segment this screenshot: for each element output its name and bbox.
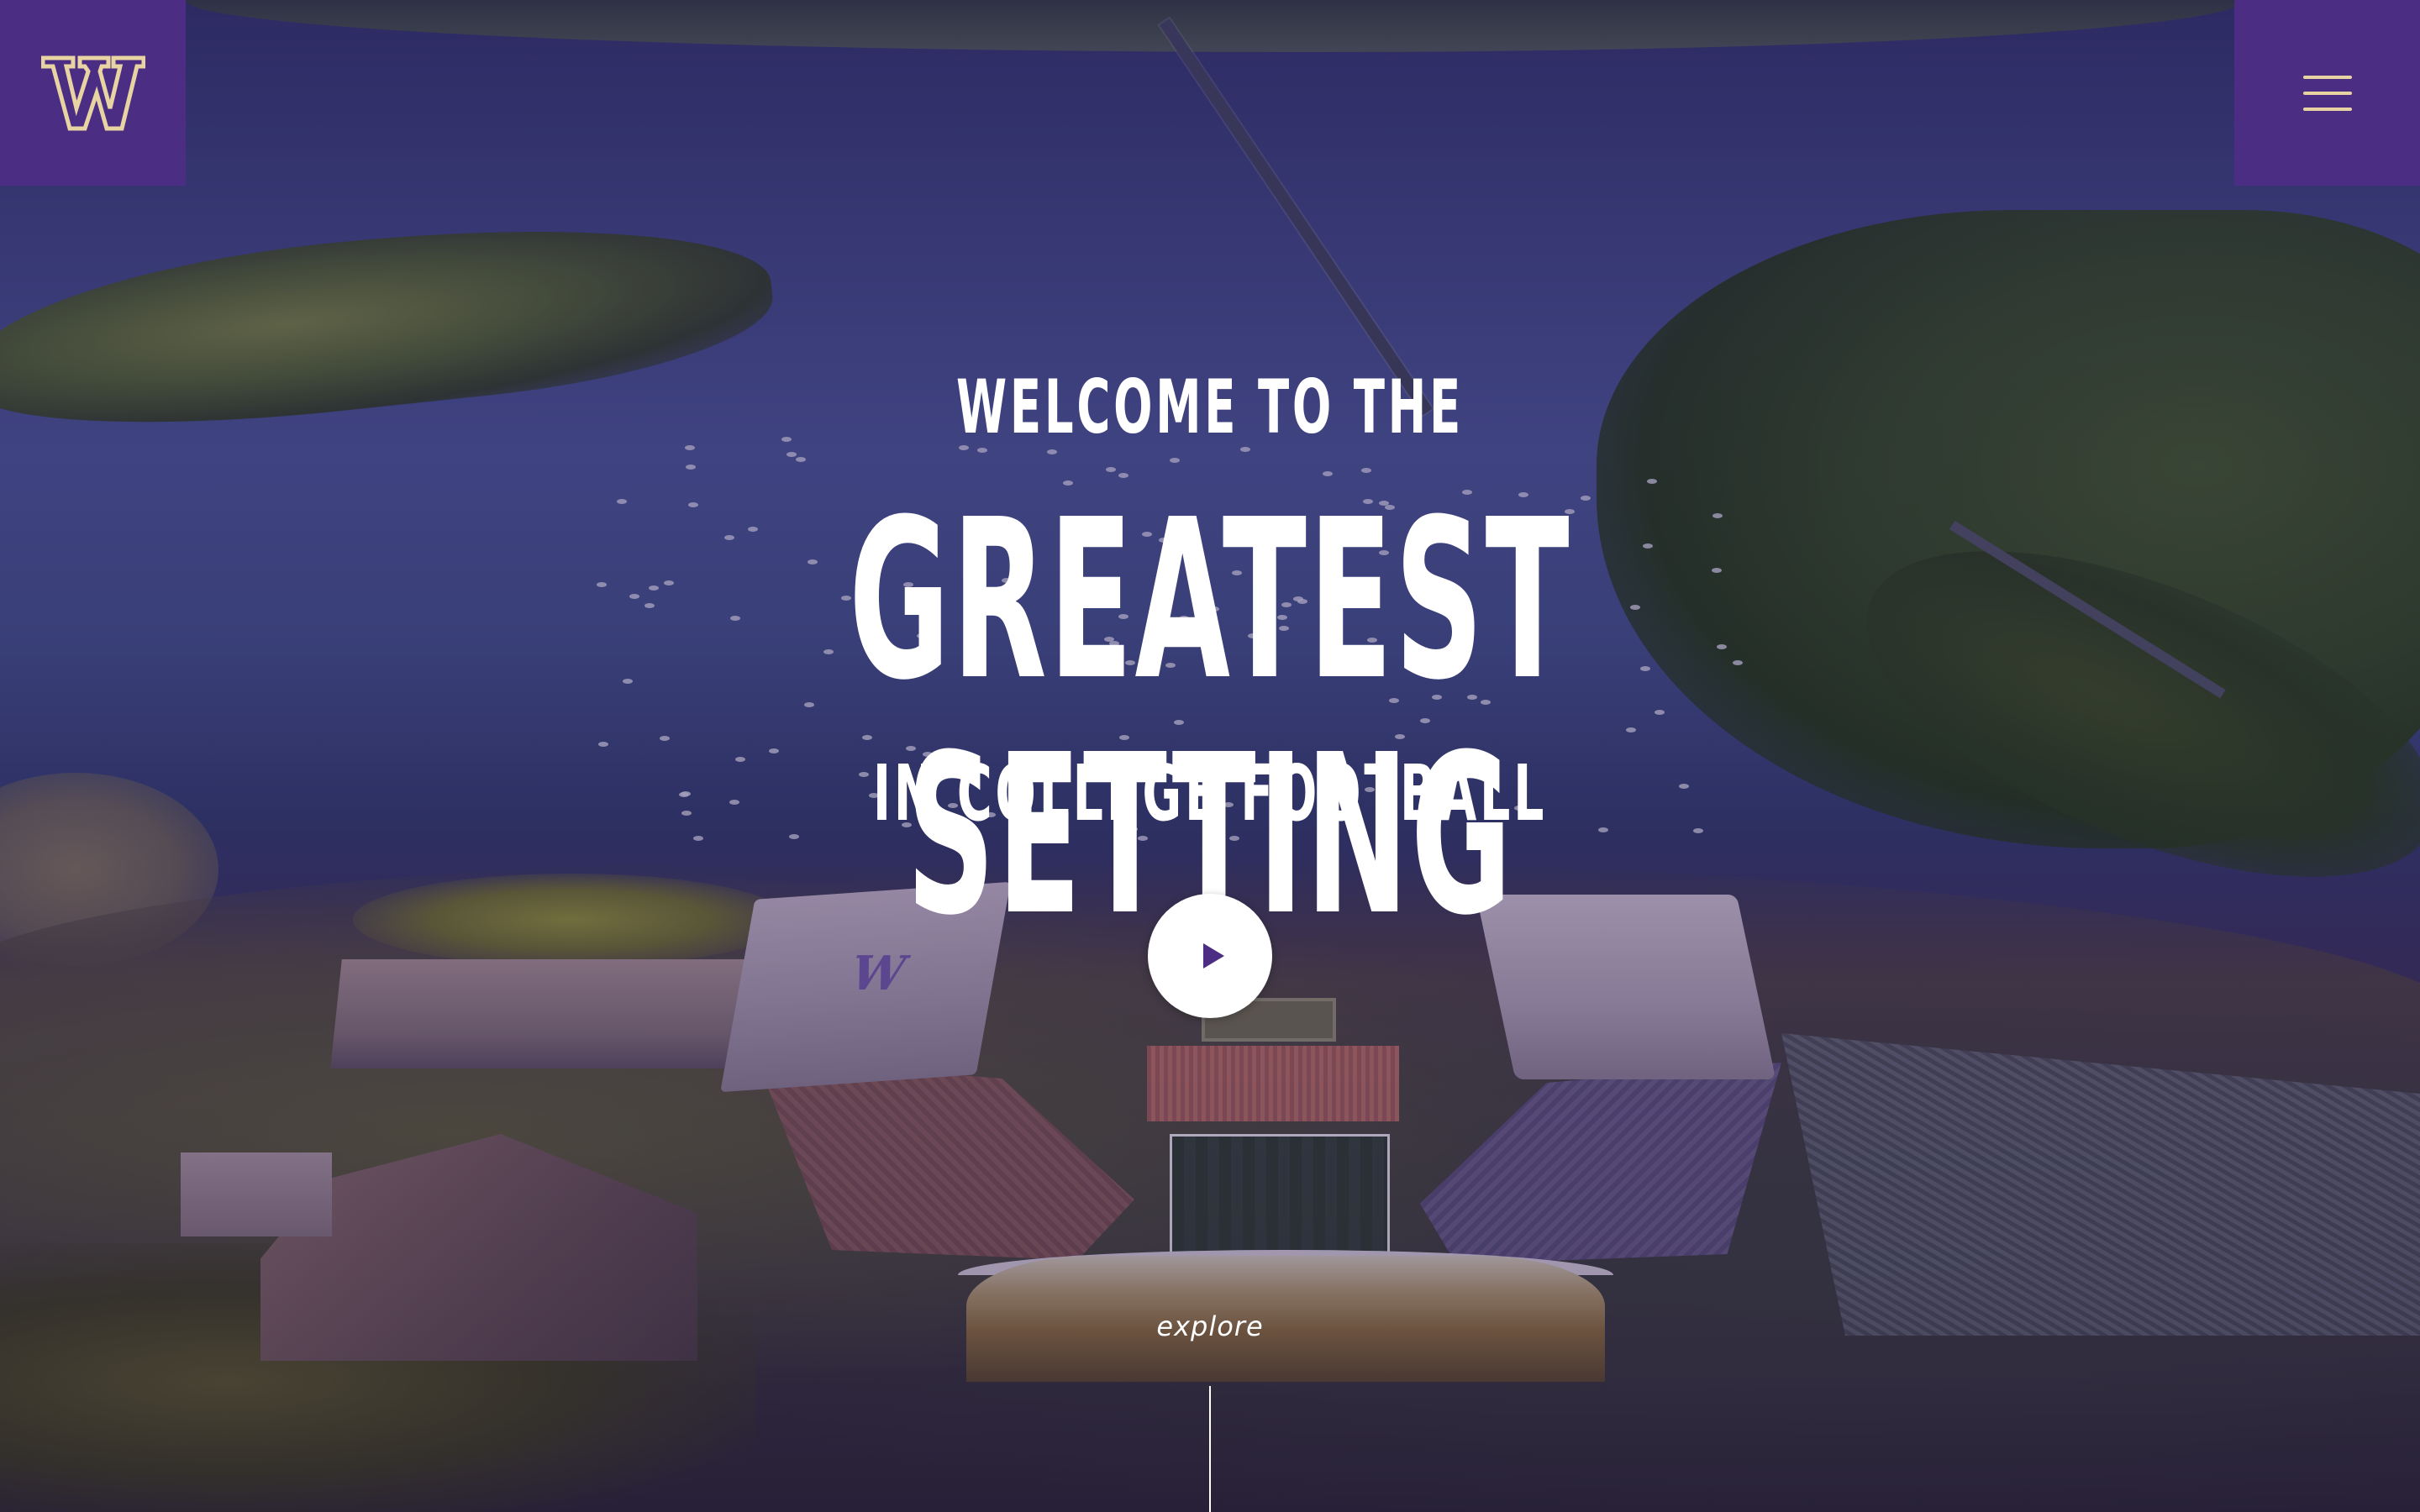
hero-title: GREATEST SETTING: [849, 472, 1571, 963]
menu-button[interactable]: [2234, 0, 2420, 186]
explore-link[interactable]: explore: [0, 1310, 2420, 1342]
w-logo-icon: [40, 55, 145, 130]
hamburger-menu-icon: [2302, 75, 2352, 111]
hero-subtitle: IN COLLEGE FOOTBALL: [872, 748, 1548, 838]
hero-welcome-text: WELCOME TO THE: [955, 364, 1465, 450]
play-video-button[interactable]: [1148, 894, 1272, 1018]
scroll-indicator-line: [1209, 1386, 1211, 1512]
play-icon: [1202, 943, 1224, 969]
home-logo-button[interactable]: [0, 0, 186, 186]
hero-background: W WELCOME TO THE GREATEST SETTING IN COL…: [0, 0, 2420, 1512]
